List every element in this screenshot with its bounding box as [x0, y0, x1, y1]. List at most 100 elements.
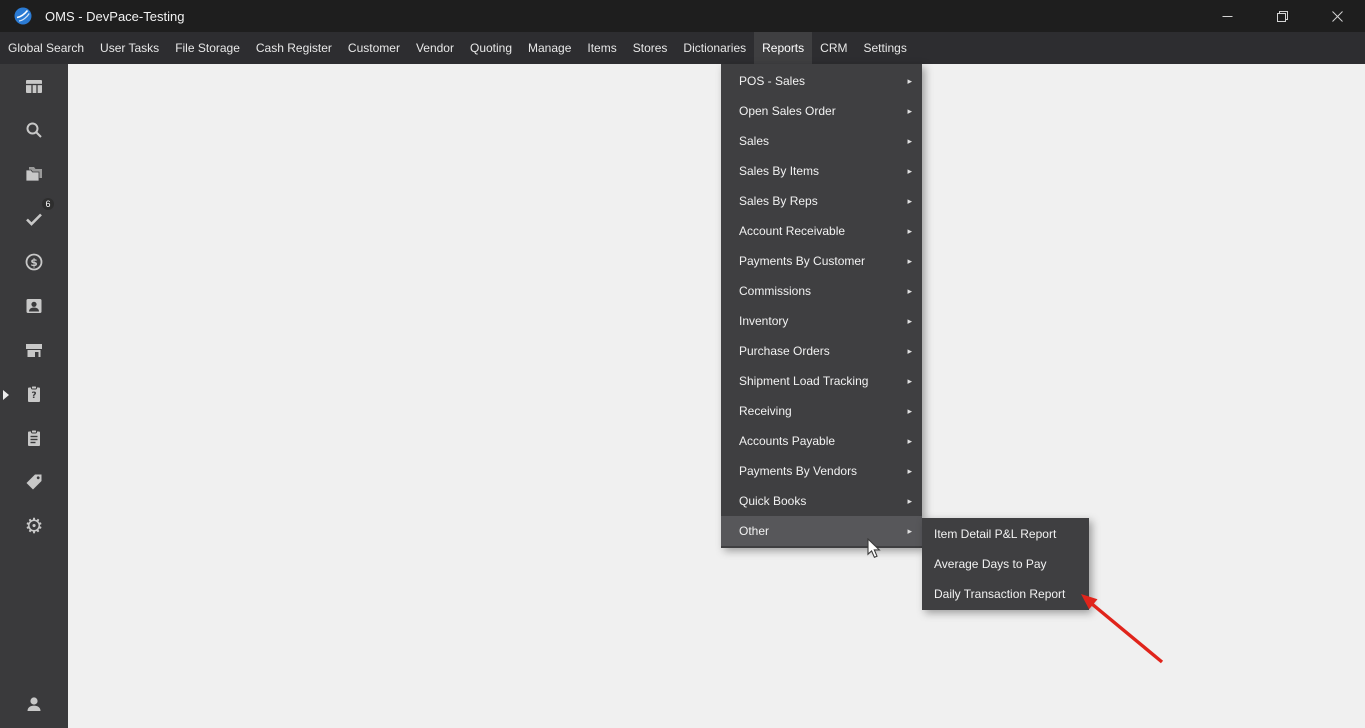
submenu-arrow-icon: ▸	[907, 136, 912, 147]
menu-item-label: Quick Books	[739, 494, 907, 508]
menubar-item-file-storage[interactable]: File Storage	[167, 32, 248, 64]
sidebar-item-user[interactable]	[0, 684, 68, 724]
minimize-icon	[1222, 11, 1233, 22]
menu-item-label: Open Sales Order	[739, 104, 907, 118]
sidebar-item-payments[interactable]: $	[0, 240, 68, 284]
left-sidebar: 6 $ ?	[0, 64, 68, 728]
contact-card-icon	[24, 296, 44, 316]
window-title: OMS - DevPace-Testing	[45, 9, 184, 24]
reports-menu-item-shipment-load-tracking[interactable]: Shipment Load Tracking ▸	[721, 366, 922, 396]
submenu-arrow-icon: ▸	[907, 436, 912, 447]
title-bar: OMS - DevPace-Testing	[0, 0, 1365, 32]
submenu-arrow-icon: ▸	[907, 376, 912, 387]
sidebar-item-stores[interactable]	[0, 328, 68, 372]
submenu-arrow-icon: ▸	[907, 526, 912, 537]
reports-menu-item-sales[interactable]: Sales ▸	[721, 126, 922, 156]
sidebar-item-files[interactable]	[0, 152, 68, 196]
sidebar-item-tasks[interactable]: 6	[0, 196, 68, 240]
submenu-arrow-icon: ▸	[907, 76, 912, 87]
red-annotation-arrow	[1070, 588, 1170, 668]
reports-menu-item-purchase-orders[interactable]: Purchase Orders ▸	[721, 336, 922, 366]
table-icon	[24, 76, 44, 96]
menu-item-label: Payments By Customer	[739, 254, 907, 268]
close-icon	[1332, 11, 1343, 22]
reports-menu-item-other[interactable]: Other ▸	[721, 516, 922, 546]
reports-menu-item-payments-by-customer[interactable]: Payments By Customer ▸	[721, 246, 922, 276]
submenu-arrow-icon: ▸	[907, 406, 912, 417]
submenu-arrow-icon: ▸	[907, 316, 912, 327]
menubar-item-cash-register[interactable]: Cash Register	[248, 32, 340, 64]
reports-menu-item-payments-by-vendors[interactable]: Payments By Vendors ▸	[721, 456, 922, 486]
menu-item-label: Inventory	[739, 314, 907, 328]
app-logo-icon	[14, 7, 32, 25]
menubar-item-quoting[interactable]: Quoting	[462, 32, 520, 64]
menubar-item-dictionaries[interactable]: Dictionaries	[675, 32, 754, 64]
menu-item-label: Accounts Payable	[739, 434, 907, 448]
submenu-item-average-days-to-pay[interactable]: Average Days to Pay	[922, 549, 1089, 579]
window-controls	[1200, 0, 1365, 32]
menu-item-label: Sales	[739, 134, 907, 148]
currency-icon: $	[24, 252, 44, 272]
main-content-area	[68, 64, 1365, 728]
reports-menu-item-receiving[interactable]: Receiving ▸	[721, 396, 922, 426]
submenu-arrow-icon: ▸	[907, 106, 912, 117]
submenu-arrow-icon: ▸	[907, 226, 912, 237]
menu-item-label: Payments By Vendors	[739, 464, 907, 478]
reports-menu-item-sales-by-items[interactable]: Sales By Items ▸	[721, 156, 922, 186]
menu-item-label: Commissions	[739, 284, 907, 298]
search-icon	[24, 120, 44, 140]
menubar-item-vendor[interactable]: Vendor	[408, 32, 462, 64]
restore-button[interactable]	[1255, 0, 1310, 32]
submenu-arrow-icon: ▸	[907, 166, 912, 177]
menu-bar: Global Search User Tasks File Storage Ca…	[0, 32, 1365, 64]
close-button[interactable]	[1310, 0, 1365, 32]
menubar-item-crm[interactable]: CRM	[812, 32, 855, 64]
submenu-arrow-icon: ▸	[907, 196, 912, 207]
menubar-item-reports[interactable]: Reports	[754, 32, 812, 64]
tasks-count-badge: 6	[41, 197, 55, 211]
reports-menu-item-pos-sales[interactable]: POS - Sales ▸	[721, 66, 922, 96]
reports-menu-item-quick-books[interactable]: Quick Books ▸	[721, 486, 922, 516]
menubar-item-manage[interactable]: Manage	[520, 32, 579, 64]
clipboard-list-icon	[24, 428, 44, 448]
menubar-item-global-search[interactable]: Global Search	[0, 32, 92, 64]
menubar-item-items[interactable]: Items	[579, 32, 624, 64]
reports-menu-item-account-receivable[interactable]: Account Receivable ▸	[721, 216, 922, 246]
sidebar-item-search[interactable]	[0, 108, 68, 152]
menu-item-label: POS - Sales	[739, 74, 907, 88]
sidebar-item-settings[interactable]: ⚙	[0, 504, 68, 548]
submenu-item-item-detail-pl-report[interactable]: Item Detail P&L Report	[922, 519, 1089, 549]
menu-item-label: Other	[739, 524, 907, 538]
menubar-item-stores[interactable]: Stores	[625, 32, 676, 64]
menubar-item-settings[interactable]: Settings	[855, 32, 914, 64]
menu-item-label: Shipment Load Tracking	[739, 374, 907, 388]
menu-item-label: Receiving	[739, 404, 907, 418]
submenu-arrow-icon: ▸	[907, 256, 912, 267]
reports-menu-item-sales-by-reps[interactable]: Sales By Reps ▸	[721, 186, 922, 216]
settings-gear-icon: ⚙	[25, 516, 44, 537]
sidebar-item-dashboard[interactable]	[0, 64, 68, 108]
sidebar-item-inquiries[interactable]: ?	[0, 372, 68, 416]
sidebar-item-orders[interactable]	[0, 416, 68, 460]
menubar-item-customer[interactable]: Customer	[340, 32, 408, 64]
submenu-arrow-icon: ▸	[907, 346, 912, 357]
tasks-check-icon	[24, 208, 44, 228]
other-submenu: Item Detail P&L Report Average Days to P…	[922, 518, 1089, 610]
submenu-arrow-icon: ▸	[907, 496, 912, 507]
submenu-item-daily-transaction-report[interactable]: Daily Transaction Report	[922, 579, 1089, 609]
menu-item-label: Sales By Items	[739, 164, 907, 178]
reports-menu-item-inventory[interactable]: Inventory ▸	[721, 306, 922, 336]
reports-dropdown-menu: POS - Sales ▸ Open Sales Order ▸ Sales ▸…	[721, 64, 922, 548]
sidebar-item-tags[interactable]	[0, 460, 68, 504]
menu-item-label: Purchase Orders	[739, 344, 907, 358]
reports-menu-item-open-sales-order[interactable]: Open Sales Order ▸	[721, 96, 922, 126]
tag-icon	[24, 472, 44, 492]
panel-expand-arrow-icon[interactable]	[3, 390, 9, 400]
reports-menu-item-commissions[interactable]: Commissions ▸	[721, 276, 922, 306]
reports-menu-item-accounts-payable[interactable]: Accounts Payable ▸	[721, 426, 922, 456]
restore-icon	[1277, 11, 1288, 22]
menubar-item-user-tasks[interactable]: User Tasks	[92, 32, 167, 64]
sidebar-item-contacts[interactable]	[0, 284, 68, 328]
store-icon	[24, 340, 44, 360]
minimize-button[interactable]	[1200, 0, 1255, 32]
